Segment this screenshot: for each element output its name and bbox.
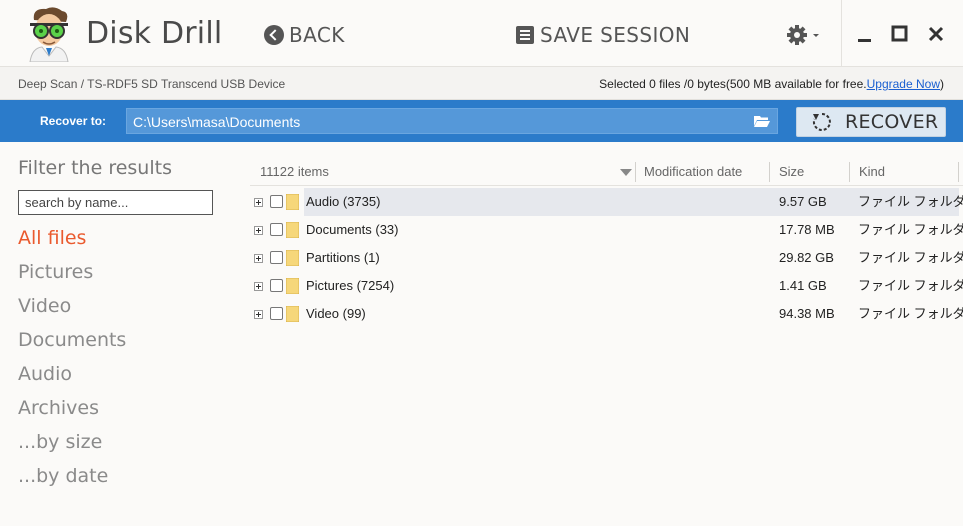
gear-icon[interactable] <box>786 24 820 46</box>
row-name-text: Audio <box>306 194 340 209</box>
recover-button[interactable]: RECOVER <box>796 107 946 137</box>
close-icon[interactable] <box>926 24 946 44</box>
filter-list: All files Pictures Video Documents Audio… <box>18 226 126 498</box>
column-header-kind[interactable]: Kind <box>859 158 885 186</box>
row-checkbox[interactable] <box>270 307 283 320</box>
row-size: 1.41 GB <box>779 278 827 293</box>
column-header-items[interactable]: 11122 items <box>260 158 329 186</box>
breadcrumb: Deep Scan / TS-RDF5 SD Transcend USB Dev… <box>18 77 286 91</box>
list-icon <box>516 26 534 44</box>
filter-video[interactable]: Video <box>18 294 126 328</box>
filter-all-files[interactable]: All files <box>18 226 126 260</box>
column-header-modification-date[interactable]: Modification date <box>644 158 742 186</box>
row-size: 94.38 MB <box>779 306 835 321</box>
expand-plus-icon[interactable] <box>254 282 263 291</box>
folder-icon <box>286 194 299 210</box>
app-title: Disk Drill <box>86 16 223 51</box>
row-name-text: Pictures <box>306 278 353 293</box>
filter-title: Filter the results <box>18 157 172 179</box>
row-kind: ファイル フォルダー <box>858 278 963 293</box>
folder-icon <box>286 278 299 294</box>
selection-text: Selected 0 files /0 bytes(500 MB availab… <box>599 77 867 91</box>
row-name: Video (99) <box>306 300 366 328</box>
recover-path-field[interactable]: C:\Users\masa\Documents <box>126 108 778 134</box>
row-size: 29.82 GB <box>779 250 834 265</box>
row-kind: ファイル フォルダー <box>858 250 963 265</box>
recover-to-label: Recover to: <box>40 114 107 128</box>
minimize-icon[interactable] <box>855 24 875 44</box>
expand-plus-icon[interactable] <box>254 310 263 319</box>
row-name-text: Documents <box>306 222 372 237</box>
table-row[interactable]: Documents (33) 17.78 MB ファイル フォルダー <box>250 216 963 244</box>
table-row[interactable]: Partitions (1) 29.82 GB ファイル フォルダー <box>250 244 963 272</box>
save-session-button[interactable]: SAVE SESSION <box>516 22 690 48</box>
column-divider[interactable] <box>769 162 770 182</box>
row-size: 17.78 MB <box>779 222 835 237</box>
row-name: Pictures (7254) <box>306 272 394 300</box>
row-checkbox[interactable] <box>270 195 283 208</box>
title-bar: Disk Drill BACK SAVE SESSION <box>0 0 963 67</box>
row-name-text: Partitions <box>306 250 361 265</box>
table-header: 11122 items Modification date Size Kind <box>250 158 963 186</box>
maximize-icon[interactable] <box>890 24 910 44</box>
row-count: (7254) <box>356 278 395 293</box>
row-checkbox[interactable] <box>270 251 283 264</box>
row-size: 9.57 GB <box>779 194 827 209</box>
back-label: BACK <box>289 23 345 47</box>
search-input[interactable] <box>18 190 213 215</box>
column-header-size[interactable]: Size <box>779 158 804 186</box>
row-kind: ファイル フォルダー <box>858 194 963 209</box>
row-count: (33) <box>375 222 399 237</box>
back-arrow-icon <box>264 25 284 45</box>
row-count: (3735) <box>342 194 381 209</box>
folder-icon <box>286 222 299 238</box>
selection-close-paren: ) <box>940 77 944 91</box>
expand-plus-icon[interactable] <box>254 254 263 263</box>
column-divider[interactable] <box>958 162 959 182</box>
folder-open-icon[interactable] <box>754 115 770 127</box>
filter-by-date[interactable]: ...by date <box>18 464 126 498</box>
recover-button-label: RECOVER <box>845 111 939 133</box>
filter-audio[interactable]: Audio <box>18 362 126 396</box>
row-count: (99) <box>342 306 366 321</box>
selection-status: Selected 0 files /0 bytes(500 MB availab… <box>599 77 944 91</box>
filter-by-size[interactable]: ...by size <box>18 430 126 464</box>
info-bar: Deep Scan / TS-RDF5 SD Transcend USB Dev… <box>0 67 963 100</box>
row-name: Documents (33) <box>306 216 399 244</box>
back-button[interactable]: BACK <box>264 22 345 48</box>
row-name: Audio (3735) <box>306 188 380 216</box>
upgrade-now-link[interactable]: Upgrade Now <box>867 77 940 91</box>
table-row[interactable]: Video (99) 94.38 MB ファイル フォルダー <box>250 300 963 328</box>
disk-drill-mascot-logo <box>29 7 69 62</box>
row-kind: ファイル フォルダー <box>858 306 963 321</box>
filter-pictures[interactable]: Pictures <box>18 260 126 294</box>
table-row[interactable]: Pictures (7254) 1.41 GB ファイル フォルダー <box>250 272 963 300</box>
row-count: (1) <box>363 250 380 265</box>
table-row[interactable]: Audio (3735) 9.57 GB ファイル フォルダー <box>250 188 963 216</box>
filter-archives[interactable]: Archives <box>18 396 126 430</box>
row-name: Partitions (1) <box>306 244 380 272</box>
file-table: Audio (3735) 9.57 GB ファイル フォルダー Document… <box>250 188 963 328</box>
row-kind: ファイル フォルダー <box>858 222 963 237</box>
column-divider[interactable] <box>849 162 850 182</box>
window-controls-divider <box>841 0 842 67</box>
folder-icon <box>286 306 299 322</box>
refresh-icon <box>812 113 831 131</box>
row-name-text: Video <box>306 306 340 321</box>
folder-icon <box>286 250 299 266</box>
expand-plus-icon[interactable] <box>254 198 263 207</box>
expand-plus-icon[interactable] <box>254 226 263 235</box>
save-session-label: SAVE SESSION <box>540 23 691 47</box>
sort-down-icon[interactable] <box>620 169 632 176</box>
column-divider[interactable] <box>635 162 636 182</box>
filter-documents[interactable]: Documents <box>18 328 126 362</box>
row-checkbox[interactable] <box>270 223 283 236</box>
row-checkbox[interactable] <box>270 279 283 292</box>
